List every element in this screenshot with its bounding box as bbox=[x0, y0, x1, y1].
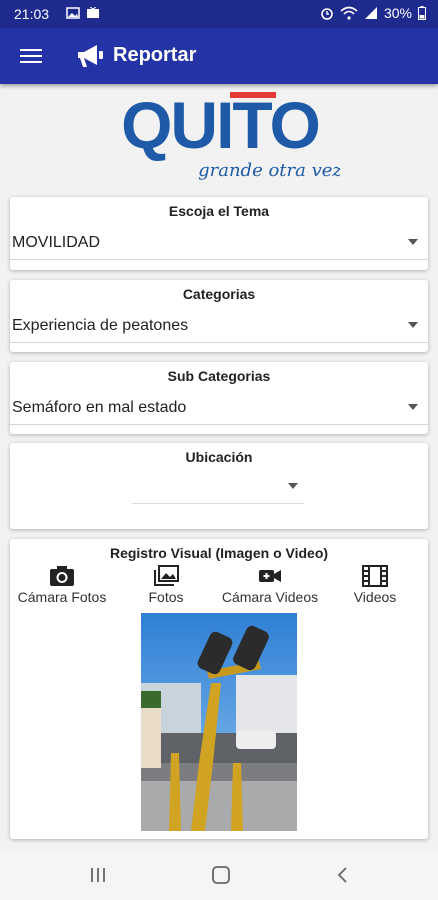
subcategorias-card: Sub Categorias Semáforo en mal estado bbox=[10, 362, 428, 434]
recent-apps-icon[interactable] bbox=[88, 865, 108, 885]
camera-photos-label: Cámara Fotos bbox=[17, 589, 107, 605]
chevron-down-icon bbox=[408, 239, 418, 245]
categorias-card: Categorias Experiencia de peatones bbox=[10, 280, 428, 352]
status-time: 21:03 bbox=[14, 6, 50, 22]
photos-label: Fotos bbox=[148, 589, 184, 605]
divider bbox=[10, 424, 428, 425]
home-icon[interactable] bbox=[210, 865, 232, 885]
photo-preview bbox=[141, 613, 297, 831]
camera-photos-button[interactable]: Cámara Fotos bbox=[15, 565, 109, 605]
film-icon bbox=[362, 565, 388, 587]
back-icon[interactable] bbox=[333, 865, 353, 885]
chevron-down-icon bbox=[408, 322, 418, 328]
camera-videos-label: Cámara Videos bbox=[221, 589, 319, 605]
battery-text: 30% bbox=[383, 5, 412, 21]
image-icon bbox=[66, 7, 80, 19]
alarm-icon bbox=[321, 8, 333, 20]
videos-button[interactable]: Videos bbox=[345, 565, 405, 605]
camera-videos-button[interactable]: Cámara Videos bbox=[217, 565, 323, 605]
registro-label: Registro Visual (Imagen o Video) bbox=[109, 545, 329, 561]
categorias-value: Experiencia de peatones bbox=[12, 317, 189, 334]
chevron-down-icon bbox=[288, 483, 298, 489]
system-nav-bar bbox=[0, 850, 438, 900]
ubicacion-label: Ubicación bbox=[185, 449, 253, 465]
divider bbox=[10, 259, 428, 260]
tv-icon bbox=[87, 7, 99, 18]
tema-value: MOVILIDAD bbox=[12, 234, 101, 251]
page-title: Reportar bbox=[113, 44, 197, 66]
subcategorias-label: Sub Categorias bbox=[167, 368, 271, 384]
tema-label: Escoja el Tema bbox=[168, 203, 270, 219]
video-camera-icon bbox=[259, 570, 281, 582]
signal-icon bbox=[364, 7, 377, 19]
logo-tagline: grande otra vez bbox=[198, 160, 340, 181]
logo-text: QUITO bbox=[121, 88, 319, 162]
tema-card: Escoja el Tema MOVILIDAD bbox=[10, 197, 428, 270]
battery-icon bbox=[418, 6, 426, 20]
ubicacion-card: Ubicación bbox=[10, 443, 428, 529]
wifi-icon bbox=[340, 6, 358, 20]
subcategorias-value: Semáforo en mal estado bbox=[12, 399, 187, 416]
menu-icon[interactable] bbox=[20, 45, 42, 65]
quito-logo: QUITO grande otra vez bbox=[121, 88, 340, 181]
divider bbox=[132, 503, 304, 504]
videos-label: Videos bbox=[353, 589, 397, 605]
megaphone-icon bbox=[78, 45, 103, 67]
photos-button[interactable]: Fotos bbox=[134, 565, 198, 605]
media-buttons: Cámara Fotos Fotos Cámara Videos Videos bbox=[10, 565, 428, 609]
status-notification-icons bbox=[66, 7, 100, 19]
chevron-down-icon bbox=[408, 404, 418, 410]
registro-card: Registro Visual (Imagen o Video) Cámara … bbox=[10, 539, 428, 839]
categorias-label: Categorias bbox=[182, 286, 256, 302]
photo-library-icon bbox=[154, 565, 179, 586]
divider bbox=[10, 342, 428, 343]
app-bar: Reportar bbox=[0, 28, 438, 84]
camera-icon bbox=[50, 566, 74, 586]
status-bar: 21:03 30% bbox=[0, 0, 438, 28]
